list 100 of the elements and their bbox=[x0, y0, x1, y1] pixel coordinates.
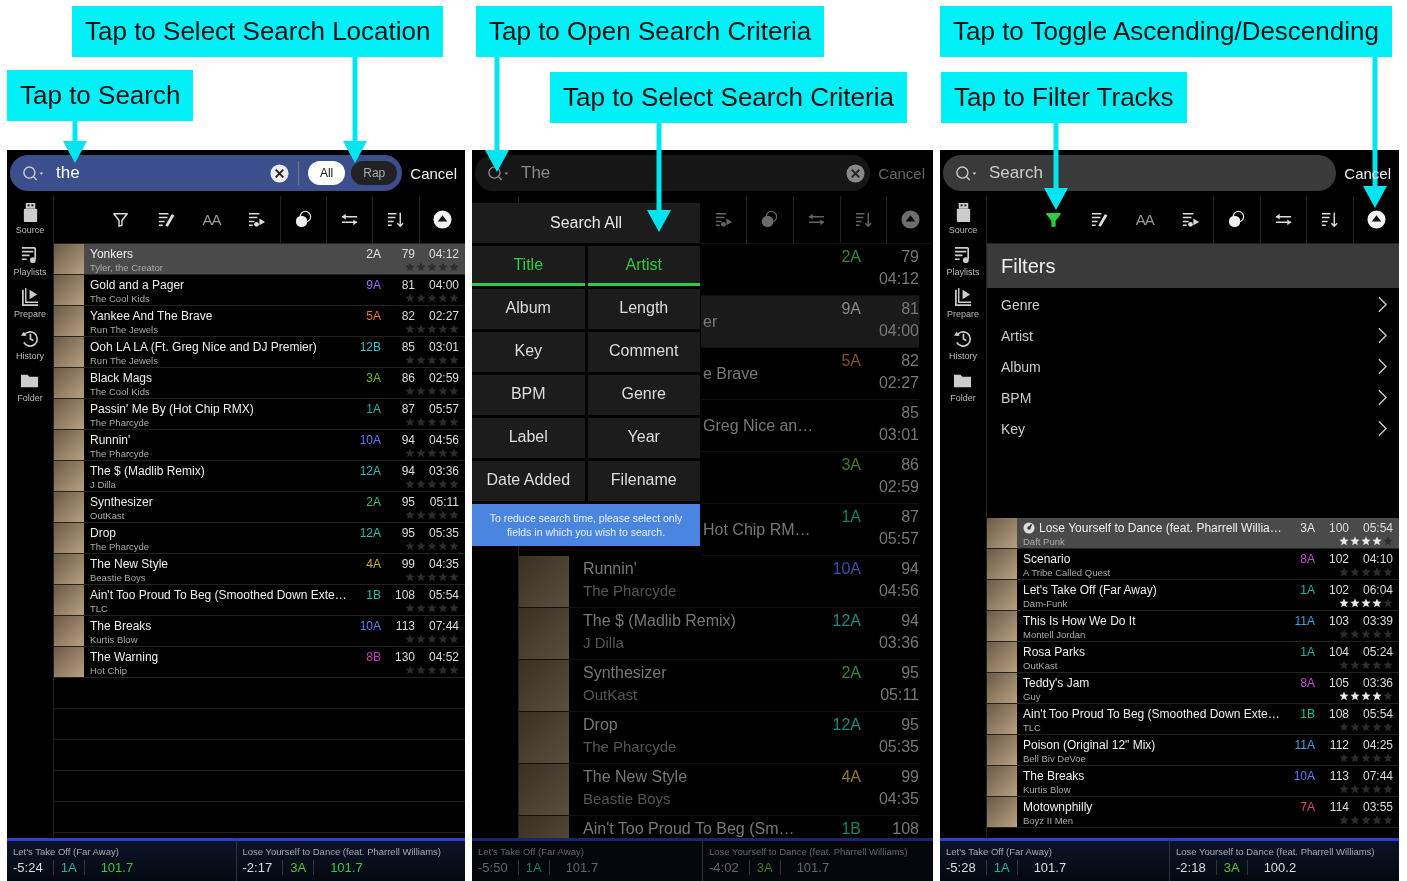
filter-item[interactable]: Key bbox=[987, 413, 1399, 444]
track-row[interactable]: Drop 12A 95 05:35 The Pharcyde bbox=[54, 523, 465, 554]
track-row[interactable]: Scenario 8A 102 04:10 A Tribe Called Quest bbox=[987, 549, 1399, 580]
criteria-option[interactable]: Key bbox=[472, 332, 585, 372]
criteria-option[interactable]: Year bbox=[587, 418, 700, 458]
search-field[interactable]: The bbox=[517, 163, 841, 183]
track-row[interactable]: Synthesizer 2A 95 05:11 OutKast bbox=[54, 492, 465, 523]
sidebar-item[interactable]: Source bbox=[15, 202, 45, 235]
criteria-option[interactable]: Title bbox=[472, 246, 585, 286]
criteria-option[interactable]: Artist bbox=[587, 246, 700, 286]
cancel-button[interactable]: Cancel bbox=[408, 164, 459, 182]
sidebar-item[interactable]: History bbox=[16, 328, 44, 361]
track-row[interactable]: e Brave 5A 82 02:27 bbox=[701, 348, 919, 400]
track-row[interactable]: Black Mags 3A 86 02:59 The Cool Kids bbox=[54, 368, 465, 399]
cancel-button[interactable]: Cancel bbox=[876, 164, 927, 182]
track-row[interactable]: The $ (Madlib Remix) J Dilla 12A 94 03:36 bbox=[519, 608, 919, 660]
location-chip[interactable]: Rap bbox=[351, 161, 398, 185]
text-size-icon[interactable]: AA bbox=[1135, 211, 1154, 228]
sidebar-item[interactable]: Playlists bbox=[946, 244, 980, 277]
sidebar-item[interactable]: History bbox=[949, 328, 977, 361]
track-row[interactable]: The Breaks 10A 113 07:44 Kurtis Blow bbox=[54, 616, 465, 647]
criteria-option[interactable]: Album bbox=[472, 289, 585, 329]
deck-panel[interactable]: Let's Take Off (Far Away) -5:50 1A 101.7 bbox=[472, 838, 702, 881]
sort-icon[interactable] bbox=[386, 210, 406, 229]
deck-panel[interactable]: Let's Take Off (Far Away) -5:24 1A 101.7 bbox=[7, 838, 236, 881]
track-row[interactable]: Runnin' 10A 94 04:56 The Pharcyde bbox=[54, 430, 465, 461]
search-all-button[interactable]: Search All bbox=[472, 203, 700, 243]
eject-icon[interactable] bbox=[1366, 210, 1386, 229]
search-bar[interactable]: Search bbox=[943, 155, 1337, 191]
track-row[interactable]: Teddy's Jam 8A 105 03:36 Guy bbox=[987, 673, 1399, 704]
album-art-placeholder bbox=[54, 554, 84, 584]
track-row[interactable]: Poison (Original 12" Mix) 11A 112 04:25 Bell Biv DeVoe bbox=[987, 735, 1399, 766]
criteria-option[interactable]: Comment bbox=[587, 332, 700, 372]
sidebar-item[interactable]: Playlists bbox=[13, 244, 47, 277]
track-row[interactable]: Drop The Pharcyde 12A 95 05:35 bbox=[519, 712, 919, 764]
track-row[interactable]: Yonkers 2A 79 04:12 Tyler, the Creator bbox=[54, 244, 465, 275]
playlist-play-icon[interactable] bbox=[247, 210, 267, 229]
track-row[interactable]: Motownphilly 7A 114 03:55 Boyz II Men bbox=[987, 797, 1399, 828]
track-row[interactable]: The New Style 4A 99 04:35 Beastie Boys bbox=[54, 554, 465, 585]
deck-panel[interactable]: Lose Yourself to Dance (feat. Pharrell Williams) -4:02 3A 101.7 bbox=[702, 838, 933, 881]
eject-icon[interactable] bbox=[432, 210, 452, 229]
filter-icon[interactable] bbox=[111, 210, 131, 229]
track-row[interactable]: Ain't Too Proud To Beg (Smoothed Down Exte… 1B 108 05:54 TLC bbox=[54, 585, 465, 616]
deck-panel[interactable]: Lose Yourself to Dance (feat. Pharrell Williams) -2:17 3A 101.7 bbox=[235, 838, 465, 881]
track-row[interactable]: Let's Take Off (Far Away) 1A 102 06:04 Dam-Funk bbox=[987, 580, 1399, 611]
search-field[interactable]: the bbox=[52, 163, 264, 183]
track-row[interactable]: Gold and a Pager 9A 81 04:00 The Cool Kids bbox=[54, 275, 465, 306]
track-row[interactable]: Passin' Me By (Hot Chip RMX) 1A 87 05:57 The Pharcyde bbox=[54, 399, 465, 430]
circles-icon[interactable] bbox=[293, 210, 313, 229]
track-row[interactable]: This Is How We Do It 11A 103 03:39 Montell Jordan bbox=[987, 611, 1399, 642]
track-bpm: 82 bbox=[901, 351, 919, 371]
edit-list-icon[interactable] bbox=[1089, 210, 1109, 229]
sort-icon[interactable] bbox=[1320, 210, 1340, 229]
circles-icon[interactable] bbox=[1227, 210, 1247, 229]
sidebar-item[interactable]: Prepare bbox=[14, 286, 46, 319]
track-key: 12B bbox=[351, 339, 381, 354]
filter-icon[interactable] bbox=[1044, 210, 1064, 229]
filter-item[interactable]: Artist bbox=[987, 320, 1399, 351]
criteria-option[interactable]: Date Added bbox=[472, 461, 585, 501]
track-row[interactable]: Hot Chip RM… 1A 87 05:57 bbox=[701, 504, 919, 556]
track-length: 05:11 bbox=[428, 494, 459, 509]
track-row[interactable]: er 9A 81 04:00 bbox=[701, 296, 919, 348]
track-row[interactable]: Greg Nice an… 85 03:01 bbox=[701, 400, 919, 452]
track-row[interactable]: Ain't Too Proud To Beg (Smoothed Down Exte… 1B 108 05:54 TLC bbox=[987, 704, 1399, 735]
track-row[interactable]: Runnin' The Pharcyde 10A 94 04:56 bbox=[519, 556, 919, 608]
track-row[interactable]: Rosa Parks 1A 104 05:24 OutKast bbox=[987, 642, 1399, 673]
criteria-option[interactable]: Filename bbox=[587, 461, 700, 501]
track-row[interactable]: The New Style Beastie Boys 4A 99 04:35 bbox=[519, 764, 919, 816]
criteria-option[interactable]: Length bbox=[587, 289, 700, 329]
search-bar[interactable]: the All Rap bbox=[10, 155, 403, 191]
sidebar-item[interactable]: Prepare bbox=[947, 286, 979, 319]
clear-icon[interactable] bbox=[269, 163, 289, 183]
filter-item[interactable]: Genre bbox=[987, 289, 1399, 320]
track-title: Black Mags bbox=[90, 370, 154, 385]
filter-item[interactable]: BPM bbox=[987, 382, 1399, 413]
deck-panel[interactable]: Lose Yourself to Dance (feat. Pharrell Williams) -2:18 3A 100.2 bbox=[1169, 838, 1399, 881]
search-field[interactable]: Search bbox=[985, 163, 1332, 183]
filter-item[interactable]: Album bbox=[987, 351, 1399, 382]
sidebar-item[interactable]: Folder bbox=[950, 370, 976, 403]
track-row[interactable]: Lose Yourself to Dance (feat. Pharrell Willia… 3A 100 05:54 Daft Punk bbox=[987, 518, 1399, 549]
track-row[interactable]: Synthesizer OutKast 2A 95 05:11 bbox=[519, 660, 919, 712]
track-row[interactable]: The $ (Madlib Remix) 12A 94 03:36 J Dilla bbox=[54, 461, 465, 492]
sidebar-item[interactable]: Source bbox=[948, 202, 978, 235]
album-art-placeholder bbox=[987, 611, 1017, 641]
track-artist: Boyz II Men bbox=[1023, 814, 1075, 826]
text-size-icon[interactable]: AA bbox=[202, 211, 221, 228]
playlist-play-icon[interactable] bbox=[1180, 210, 1200, 229]
track-row[interactable]: The Breaks 10A 113 07:44 Kurtis Blow bbox=[987, 766, 1399, 797]
criteria-option[interactable]: Genre bbox=[587, 375, 700, 415]
track-row[interactable]: 3A 86 02:59 bbox=[701, 452, 919, 504]
track-row[interactable]: The Warning 8B 130 04:52 Hot Chip bbox=[54, 647, 465, 678]
sidebar-item[interactable]: Folder bbox=[17, 370, 43, 403]
criteria-option[interactable]: BPM bbox=[472, 375, 585, 415]
track-row[interactable]: Ooh LA LA (Ft. Greg Nice and DJ Premier) 12B 85 03:01 Run The Jewels bbox=[54, 337, 465, 368]
edit-list-icon[interactable] bbox=[156, 210, 176, 229]
search-bar[interactable]: The bbox=[475, 155, 871, 191]
criteria-option[interactable]: Label bbox=[472, 418, 585, 458]
location-chip[interactable]: All bbox=[307, 161, 346, 185]
deck-panel[interactable]: Let's Take Off (Far Away) -5:28 1A 101.7 bbox=[940, 838, 1169, 881]
track-row[interactable]: Yankee And The Brave 5A 82 02:27 Run The Jewels bbox=[54, 306, 465, 337]
